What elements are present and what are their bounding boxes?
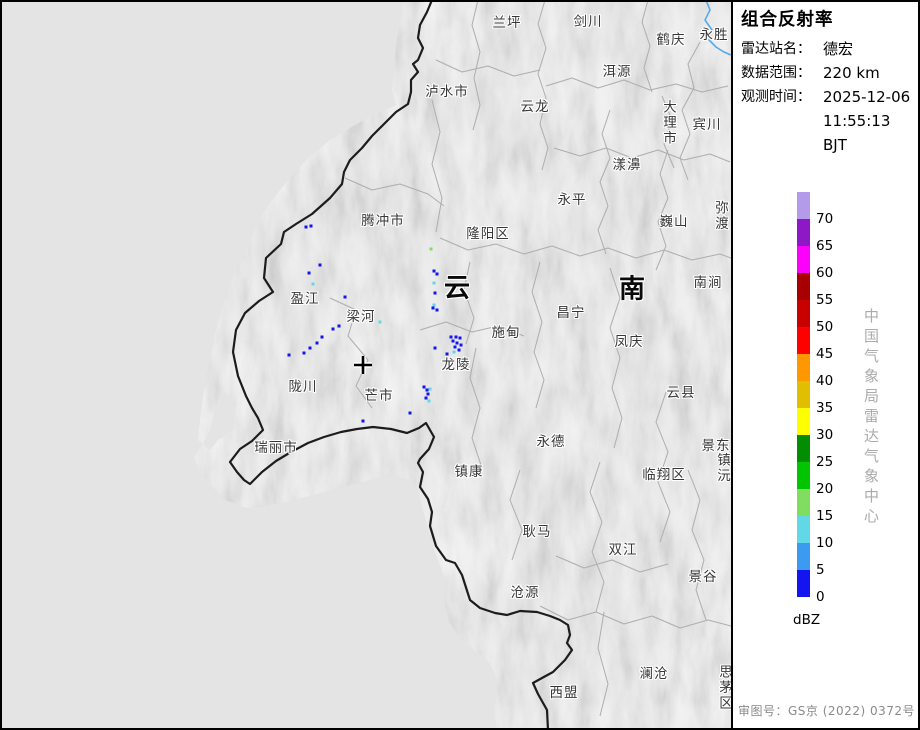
place-label: 澜沧 — [640, 662, 669, 682]
place-label: 永德 — [537, 430, 566, 450]
place-label: 双江 — [609, 538, 638, 558]
legend-tick: 30 — [816, 426, 833, 444]
place-label: 大理市 — [658, 100, 678, 147]
legend-color-segment — [797, 489, 810, 516]
place-label: 镇康 — [455, 460, 484, 480]
legend-color-segment — [797, 543, 810, 570]
legend-tick: 40 — [816, 372, 833, 390]
place-label: 思茅区 — [714, 665, 733, 712]
place-label: 兰坪 — [493, 11, 522, 31]
place-label: 腾冲市 — [361, 209, 405, 229]
legend-color-segment — [797, 381, 810, 408]
legend-tick: 65 — [816, 237, 833, 255]
map-labels: 兰坪 剑川鹤庆永胜泸水市 洱源云龙 大理市宾川漾濞永平巍山 弥渡 腾冲市隆阳区南涧 云 南 盈江… — [0, 0, 731, 730]
legend-tick: 5 — [816, 561, 825, 579]
place-label: 永平 — [558, 188, 587, 208]
watermark-text: 中国气象局雷达气象中心 — [861, 308, 882, 528]
legend-tick: 10 — [816, 534, 833, 552]
place-label: 景东 — [702, 434, 731, 454]
place-label: 芒市 — [365, 384, 394, 404]
legend-tick: 35 — [816, 399, 833, 417]
reflectivity-legend: 7065605550454035302520151050 dBZ — [733, 0, 920, 730]
legend-color-segment — [797, 192, 810, 219]
place-label: 云龙 — [521, 95, 550, 115]
place-label: 陇川 — [289, 375, 318, 395]
place-label: 凤庆 — [615, 330, 644, 350]
legend-color-segment — [797, 273, 810, 300]
legend-color-segment — [797, 516, 810, 543]
legend-color-segment — [797, 408, 810, 435]
legend-tick: 25 — [816, 453, 833, 471]
legend-tick: 55 — [816, 291, 833, 309]
legend-tick: 45 — [816, 345, 833, 363]
legend-tick: 60 — [816, 264, 833, 282]
legend-color-bar — [797, 192, 810, 597]
radar-product-window: 兰坪 剑川鹤庆永胜泸水市 洱源云龙 大理市宾川漾濞永平巍山 弥渡 腾冲市隆阳区南涧 云 南 盈江… — [0, 0, 920, 730]
legend-tick: 70 — [816, 210, 833, 228]
province-label: 南 — [619, 269, 645, 306]
place-label: 施甸 — [492, 321, 521, 341]
place-label: 南涧 — [694, 271, 723, 291]
place-label: 云县 — [667, 381, 696, 401]
place-label: 临翔区 — [642, 463, 686, 483]
place-label: 镇沅 — [712, 453, 732, 484]
place-label: 耿马 — [523, 520, 552, 540]
place-label: 泸水市 — [425, 80, 469, 100]
legend-color-segment — [797, 300, 810, 327]
legend-unit-label: dBZ — [793, 612, 820, 628]
place-label: 弥渡 — [710, 201, 730, 232]
place-label: 洱源 — [603, 60, 632, 80]
province-label: 云 — [444, 268, 470, 305]
legend-color-segment — [797, 219, 810, 246]
legend-tick: 20 — [816, 480, 833, 498]
place-label: 巍山 — [660, 210, 689, 230]
place-label: 瑞丽市 — [254, 436, 298, 456]
legend-color-segment — [797, 327, 810, 354]
legend-color-segment — [797, 570, 810, 597]
place-label: 永胜 — [700, 23, 729, 43]
place-label: 沧源 — [511, 581, 540, 601]
place-label: 景谷 — [689, 565, 718, 585]
place-label: 隆阳区 — [466, 222, 510, 242]
legend-color-segment — [797, 462, 810, 489]
map-area: 兰坪 剑川鹤庆永胜泸水市 洱源云龙 大理市宾川漾濞永平巍山 弥渡 腾冲市隆阳区南涧 云 南 盈江… — [0, 0, 733, 730]
legend-tick: 0 — [816, 588, 825, 606]
legend-color-segment — [797, 246, 810, 273]
legend-color-segment — [797, 435, 810, 462]
place-label: 西盟 — [550, 681, 579, 701]
place-label: 剑川 — [574, 10, 603, 30]
place-label: 昌宁 — [557, 301, 586, 321]
place-label: 梁河 — [347, 305, 376, 325]
info-panel: 组合反射率 雷达站名：德宏数据范围：220 km观测时间：2025-12-061… — [733, 0, 920, 730]
legend-tick: 50 — [816, 318, 833, 336]
place-label: 鹤庆 — [657, 28, 686, 48]
legend-tick-labels: 7065605550454035302520151050 — [816, 192, 852, 612]
place-label: 宾川 — [693, 113, 722, 133]
place-label: 龙陵 — [442, 353, 471, 373]
place-label: 漾濞 — [613, 153, 642, 173]
place-label: 盈江 — [291, 287, 320, 307]
legend-color-segment — [797, 354, 810, 381]
map-approval-number: 审图号：GS京 (2022) 0372号 — [733, 702, 920, 719]
legend-tick: 15 — [816, 507, 833, 525]
